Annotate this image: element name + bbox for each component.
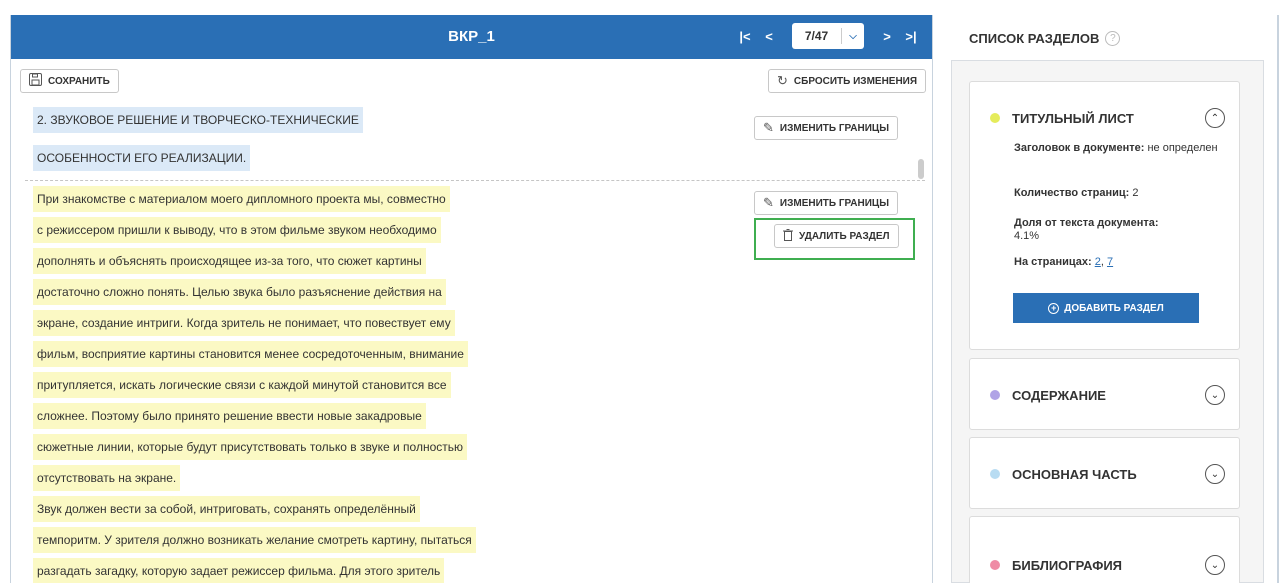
last-page-button[interactable]: >| bbox=[902, 29, 920, 44]
section-card-header[interactable]: БИБЛИОГРАФИЯ ⌄ bbox=[990, 555, 1225, 575]
text-line: экране, создание интриги. Когда зритель … bbox=[33, 310, 455, 336]
trash-icon bbox=[783, 228, 793, 244]
pencil-icon: ✎ bbox=[763, 120, 774, 135]
pencil-icon: ✎ bbox=[763, 195, 774, 210]
document-panel: ВКР_1 |< < 7/47 ⌵ > >| СОХРАНИТЬ ↻ СБРОС… bbox=[10, 15, 933, 583]
section-card-title-page: ТИТУЛЬНЫЙ ЛИСТ ⌃ Заголовок в документе: … bbox=[969, 81, 1240, 350]
text-line: фильм, восприятие картины становится мен… bbox=[33, 341, 468, 367]
plus-circle-icon: + bbox=[1048, 302, 1060, 314]
page-value: 7/47 bbox=[804, 29, 829, 43]
save-label: СОХРАНИТЬ bbox=[48, 75, 110, 87]
chevron-up-icon[interactable]: ⌃ bbox=[1205, 108, 1225, 128]
section-title: БИБЛИОГРАФИЯ bbox=[1012, 557, 1123, 573]
section-card-contents: СОДЕРЖАНИЕ ⌄ bbox=[969, 358, 1240, 430]
document-header: ВКР_1 |< < 7/47 ⌵ > >| bbox=[11, 15, 932, 59]
text-line: достаточно сложно понять. Целью звука бы… bbox=[33, 279, 446, 305]
text-line: Звук должен вести за собой, интриговать,… bbox=[33, 496, 420, 522]
chevron-down-icon[interactable]: ⌄ bbox=[1205, 555, 1225, 575]
add-section-label: ДОБАВИТЬ РАЗДЕЛ bbox=[1064, 302, 1164, 314]
info-value: 4.1% bbox=[1014, 230, 1040, 242]
section-divider bbox=[25, 180, 925, 181]
text-line: ОСОБЕННОСТИ ЕГО РЕАЛИЗАЦИИ. bbox=[33, 145, 251, 171]
text-line: сюжетные линии, которые будут присутство… bbox=[33, 434, 468, 460]
delete-section-label: УДАЛИТЬ РАЗДЕЛ bbox=[799, 230, 890, 242]
reset-label: СБРОСИТЬ ИЗМЕНЕНИЯ bbox=[793, 75, 918, 87]
text-line: отсутствовать на экране. bbox=[33, 465, 181, 491]
first-page-button[interactable]: |< bbox=[736, 29, 754, 44]
section-title: СОДЕРЖАНИЕ bbox=[1012, 387, 1106, 403]
add-section-button[interactable]: + ДОБАВИТЬ РАЗДЕЛ bbox=[1013, 293, 1199, 323]
chevron-down-icon[interactable]: ⌄ bbox=[1205, 385, 1225, 405]
next-page-button[interactable]: > bbox=[878, 29, 896, 44]
text-line: темпоритм. У зрителя должно возникать же… bbox=[33, 527, 476, 553]
delete-section-button[interactable]: УДАЛИТЬ РАЗДЕЛ bbox=[774, 224, 899, 248]
pages-count-info: Количество страниц: 2 bbox=[1014, 187, 1219, 200]
section-card-header[interactable]: ТИТУЛЬНЫЙ ЛИСТ ⌃ bbox=[990, 108, 1225, 128]
info-value: не определен bbox=[1147, 142, 1218, 154]
section-color-dot bbox=[990, 469, 1000, 479]
text-line: притупляется, искать логические связи с … bbox=[33, 372, 451, 398]
info-label: Доля от текста документа: bbox=[1014, 217, 1159, 229]
section-color-dot bbox=[990, 390, 1000, 400]
undo-icon: ↻ bbox=[777, 73, 788, 88]
section-list-title: СПИСОК РАЗДЕЛОВ ? bbox=[969, 31, 1121, 46]
text-line: сложнее. Поэтому было принято решение вв… bbox=[33, 403, 426, 429]
section-list: ТИТУЛЬНЫЙ ЛИСТ ⌃ Заголовок в документе: … bbox=[951, 60, 1264, 583]
edit-bounds-button[interactable]: ✎ ИЗМЕНИТЬ ГРАНИЦЫ bbox=[754, 191, 899, 215]
share-info: Доля от текста документа: 4.1% bbox=[1014, 217, 1219, 243]
on-pages-info: На страницах: 2, 7 bbox=[1014, 256, 1219, 269]
page-navigator: |< < 7/47 ⌵ > >| bbox=[736, 23, 920, 49]
section-card-header[interactable]: СОДЕРЖАНИЕ ⌄ bbox=[990, 385, 1225, 405]
floppy-disk-icon bbox=[29, 73, 42, 89]
scrollbar-thumb[interactable] bbox=[918, 159, 924, 179]
section-title: ОСНОВНАЯ ЧАСТЬ bbox=[1012, 466, 1137, 482]
section-color-dot bbox=[990, 560, 1000, 570]
section-card-main-part: ОСНОВНАЯ ЧАСТЬ ⌄ bbox=[969, 437, 1240, 509]
edit-bounds-label: ИЗМЕНИТЬ ГРАНИЦЫ bbox=[779, 122, 890, 134]
info-label: Количество страниц: bbox=[1014, 187, 1130, 199]
info-label: Заголовок в документе: bbox=[1014, 142, 1145, 154]
page-select[interactable]: 7/47 ⌵ bbox=[792, 23, 864, 49]
text-line: с режиссером пришли к выводу, что в этом… bbox=[33, 217, 441, 243]
info-value: 2 bbox=[1132, 187, 1139, 199]
app-root: ВКР_1 |< < 7/47 ⌵ > >| СОХРАНИТЬ ↻ СБРОС… bbox=[0, 0, 1279, 583]
text-line: дополнять и объяснять происходящее из-за… bbox=[33, 248, 426, 274]
reset-changes-button[interactable]: ↻ СБРОСИТЬ ИЗМЕНЕНИЯ bbox=[768, 69, 927, 93]
editor-toolbar: СОХРАНИТЬ ↻ СБРОСИТЬ ИЗМЕНЕНИЯ bbox=[11, 59, 932, 99]
section-color-dot bbox=[990, 113, 1000, 123]
heading-info: Заголовок в документе: не определен bbox=[1014, 142, 1219, 155]
text-line: 2. ЗВУКОВОЕ РЕШЕНИЕ И ТВОРЧЕСКО-ТЕХНИЧЕС… bbox=[33, 107, 363, 133]
section-list-title-text: СПИСОК РАЗДЕЛОВ bbox=[969, 31, 1100, 46]
chevron-down-icon[interactable]: ⌄ bbox=[1205, 464, 1225, 484]
section-card-header[interactable]: ОСНОВНАЯ ЧАСТЬ ⌄ bbox=[990, 464, 1225, 484]
text-line: разгадать загадку, которую задает режисс… bbox=[33, 558, 445, 583]
document-content: 2. ЗВУКОВОЕ РЕШЕНИЕ И ТВОРЧЕСКО-ТЕХНИЧЕС… bbox=[11, 99, 932, 583]
prev-page-button[interactable]: < bbox=[760, 29, 778, 44]
help-icon[interactable]: ? bbox=[1105, 31, 1121, 46]
page-link[interactable]: 7 bbox=[1107, 256, 1113, 268]
section-list-panel: СПИСОК РАЗДЕЛОВ ? ТИТУЛЬНЫЙ ЛИСТ ⌃ Загол… bbox=[941, 15, 1279, 583]
edit-bounds-label: ИЗМЕНИТЬ ГРАНИЦЫ bbox=[779, 197, 890, 209]
section-card-bibliography: БИБЛИОГРАФИЯ ⌄ bbox=[969, 516, 1240, 583]
text-line: При знакомстве с материалом моего диплом… bbox=[33, 186, 450, 212]
save-button[interactable]: СОХРАНИТЬ bbox=[20, 69, 119, 93]
chevron-down-icon[interactable]: ⌵ bbox=[842, 31, 864, 42]
section-title: ТИТУЛЬНЫЙ ЛИСТ bbox=[1012, 110, 1134, 126]
info-label: На страницах: bbox=[1014, 256, 1092, 268]
edit-bounds-button[interactable]: ✎ ИЗМЕНИТЬ ГРАНИЦЫ bbox=[754, 116, 899, 140]
